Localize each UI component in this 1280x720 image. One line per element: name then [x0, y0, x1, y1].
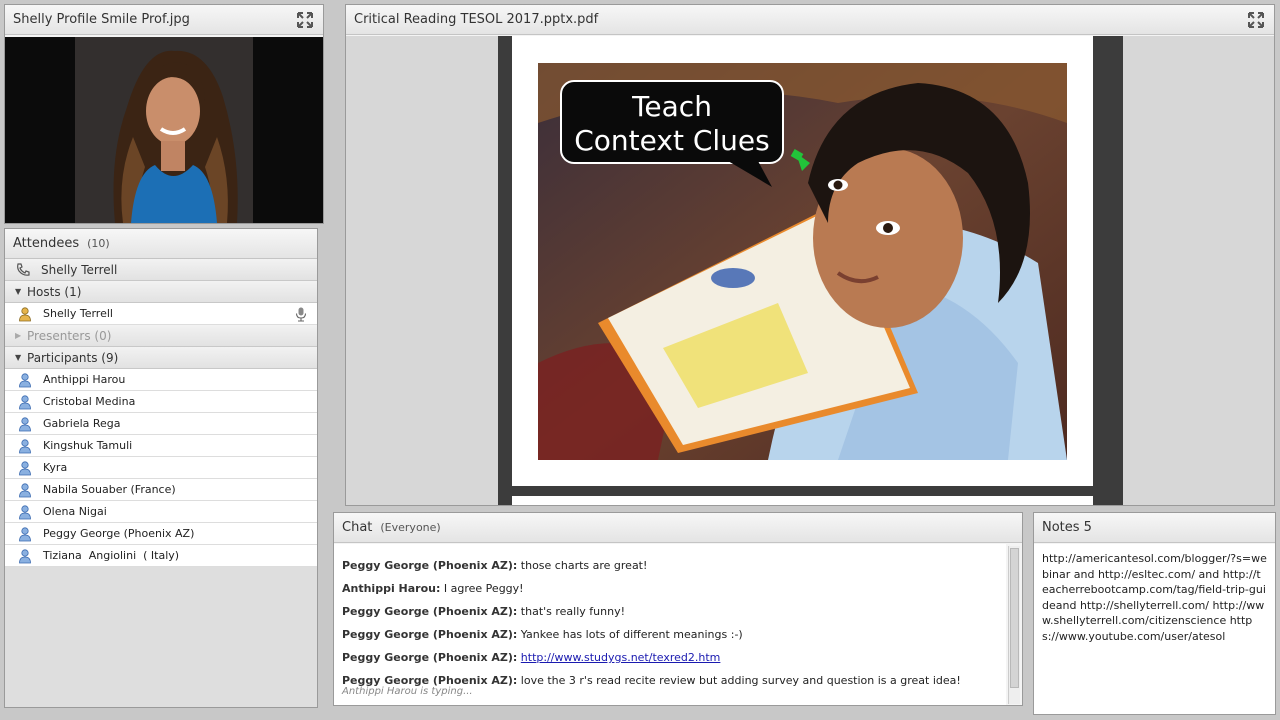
slide-photo: Teach Context Clues — [538, 63, 1067, 460]
notes-pod: Notes 5 http://americantesol.com/blogger… — [1033, 512, 1276, 715]
notes-pod-title-bar: Notes 5 — [1034, 513, 1275, 543]
chat-text: that's really funny! — [520, 605, 626, 618]
chat-link[interactable]: http://www.studygs.net/texred2.htm — [521, 651, 721, 664]
user-icon — [19, 482, 31, 497]
microphone-icon[interactable] — [293, 306, 309, 322]
attendee-row[interactable]: Olena Nigai — [5, 501, 317, 523]
chat-sender: Peggy George (Phoenix AZ): — [342, 651, 518, 664]
attendee-row[interactable]: Nabila Souaber (France) — [5, 479, 317, 501]
slide: Teach Context Clues — [512, 36, 1093, 486]
speech-bubble-tail — [728, 161, 772, 187]
attendee-row[interactable]: Cristobal Medina — [5, 391, 317, 413]
user-icon — [19, 548, 31, 563]
attendees-pod: Attendees (10) Shelly Terrell ▼ Hosts (1… — [4, 228, 318, 708]
chat-message: Anthippi Harou: I agree Peggy! — [342, 577, 998, 600]
user-icon — [19, 460, 31, 475]
attendee-name: Nabila Souaber (France) — [43, 483, 176, 496]
attendees-title: Attendees — [13, 236, 80, 251]
share-pod-title-bar: Critical Reading TESOL 2017.pptx.pdf — [346, 5, 1274, 35]
chat-title: Chat — [342, 520, 373, 535]
participants-group-header[interactable]: ▼ Participants (9) — [5, 347, 317, 369]
user-icon — [19, 394, 31, 409]
chat-sender: Anthippi Harou: — [342, 582, 441, 595]
slide-speech-bubble: Teach Context Clues — [560, 80, 784, 164]
chat-message: Peggy George (Phoenix AZ): those charts … — [342, 554, 998, 577]
expand-triangle-icon: ▶ — [15, 331, 22, 340]
attendee-name: Shelly Terrell — [43, 307, 113, 320]
document-title: Critical Reading TESOL 2017.pptx.pdf — [354, 12, 599, 27]
hosts-group-label: Hosts (1) — [27, 284, 82, 299]
attendee-name: Gabriela Rega — [43, 417, 121, 430]
chat-text: I agree Peggy! — [443, 582, 524, 595]
chat-sender: Peggy George (Phoenix AZ): — [342, 605, 518, 618]
camera-pod-title: Shelly Profile Smile Prof.jpg — [13, 12, 190, 27]
notes-title: Notes 5 — [1042, 520, 1092, 535]
attendee-row[interactable]: Kingshuk Tamuli — [5, 435, 317, 457]
next-slide-edge — [512, 496, 1093, 505]
camera-pod-title-bar: Shelly Profile Smile Prof.jpg — [5, 5, 323, 35]
presenters-group-header[interactable]: ▶ Presenters (0) — [5, 325, 317, 347]
participants-list: Anthippi Harou Cristobal Medina Gabriela… — [5, 369, 317, 567]
user-icon — [19, 372, 31, 387]
attendee-name: Tiziana Angiolini ( Italy) — [43, 549, 180, 562]
attendee-name: Olena Nigai — [43, 505, 107, 518]
chat-sender: Peggy George (Phoenix AZ): — [342, 628, 518, 641]
attendee-name: Cristobal Medina — [43, 395, 136, 408]
user-icon — [19, 438, 31, 453]
slide-bubble-line2: Context Clues — [574, 124, 770, 157]
chat-messages[interactable]: Peggy George (Phoenix AZ): those charts … — [334, 544, 1006, 705]
share-pod: Critical Reading TESOL 2017.pptx.pdf Tea… — [345, 4, 1275, 506]
fullscreen-icon[interactable] — [297, 12, 313, 28]
chat-scrollbar-thumb[interactable] — [1010, 548, 1019, 688]
chat-pod: Chat (Everyone) Peggy George (Phoenix AZ… — [333, 512, 1023, 706]
host-user-icon — [19, 306, 31, 321]
phone-icon — [17, 262, 30, 276]
presenter-photo — [75, 37, 253, 223]
fullscreen-icon[interactable] — [1248, 12, 1264, 28]
chat-scope[interactable]: (Everyone) — [380, 521, 440, 534]
attendee-row[interactable]: Tiziana Angiolini ( Italy) — [5, 545, 317, 567]
attendee-name: Kyra — [43, 461, 68, 474]
chat-text: Yankee has lots of different meanings :-… — [520, 628, 743, 641]
participants-group-label: Participants (9) — [27, 350, 119, 365]
attendees-pod-title-bar: Attendees (10) — [5, 229, 317, 259]
hosts-group-header[interactable]: ▼ Hosts (1) — [5, 281, 317, 303]
collapse-triangle-icon: ▼ — [15, 353, 22, 362]
presenters-group-label: Presenters (0) — [27, 328, 112, 343]
user-icon — [19, 526, 31, 541]
attendee-row-host[interactable]: Shelly Terrell — [5, 303, 317, 325]
attendee-row[interactable]: Peggy George (Phoenix AZ) — [5, 523, 317, 545]
attendee-self-row[interactable]: Shelly Terrell — [5, 259, 317, 281]
user-icon — [19, 416, 31, 431]
attendee-row[interactable]: Gabriela Rega — [5, 413, 317, 435]
attendee-row[interactable]: Anthippi Harou — [5, 369, 317, 391]
camera-pod: Shelly Profile Smile Prof.jpg — [4, 4, 324, 224]
attendee-name: Peggy George (Phoenix AZ) — [43, 527, 195, 540]
chat-message: Peggy George (Phoenix AZ): that's really… — [342, 600, 998, 623]
attendee-self-name: Shelly Terrell — [41, 262, 118, 277]
collapse-triangle-icon: ▼ — [15, 287, 22, 296]
document-viewer[interactable]: Teach Context Clues — [346, 36, 1274, 505]
attendee-name: Anthippi Harou — [43, 373, 126, 386]
chat-text: love the 3 r's read recite review but ad… — [520, 674, 961, 687]
chat-message: Peggy George (Phoenix AZ): Yankee has lo… — [342, 623, 998, 646]
notes-text[interactable]: http://americantesol.com/blogger/?s=webi… — [1034, 544, 1275, 714]
chat-sender: Peggy George (Phoenix AZ): — [342, 559, 518, 572]
attendee-name: Kingshuk Tamuli — [43, 439, 133, 452]
chat-pod-title-bar: Chat (Everyone) — [334, 513, 1022, 543]
presenter-video — [5, 37, 323, 223]
user-icon — [19, 504, 31, 519]
chat-message: Peggy George (Phoenix AZ): http://www.st… — [342, 646, 998, 669]
attendee-row[interactable]: Kyra — [5, 457, 317, 479]
chat-scrollbar[interactable] — [1008, 546, 1020, 704]
chat-text: those charts are great! — [520, 559, 648, 572]
attendees-count: (10) — [87, 237, 110, 250]
slide-bubble-line1: Teach — [632, 90, 712, 123]
